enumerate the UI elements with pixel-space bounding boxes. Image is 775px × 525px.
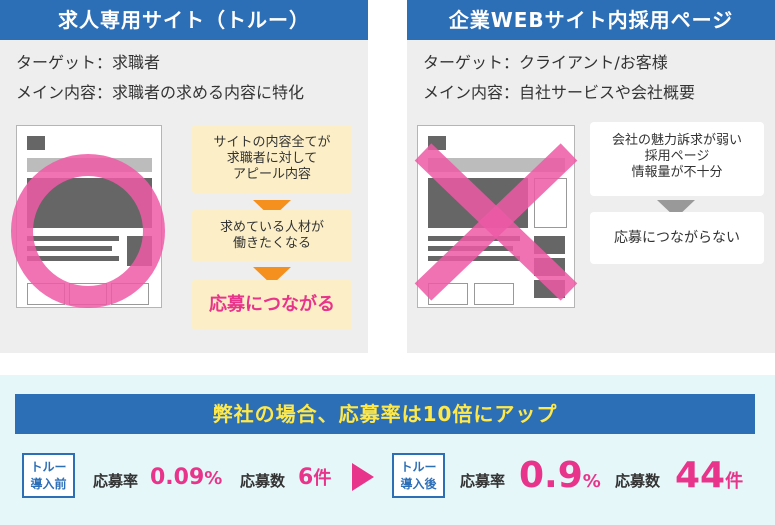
right-result-box: 応募につながらない [590,212,764,264]
left-target-line: ターゲット：求職者 [16,53,161,72]
before-rate-value: 0.09% [150,465,223,490]
left-panel: 求人専用サイト（トルー） ターゲット：求職者 メイン内容：求職者の求める内容に特… [0,0,368,353]
after-badge: トルー 導入後 [392,453,445,498]
circle-mark-icon [11,154,165,308]
summary-headline: 弊社の場合、応募率は10倍にアップ [15,394,755,434]
right-content-line: メイン内容：自社サービスや会社概要 [423,83,696,102]
before-rate-label: 応募率 [93,472,139,490]
summary-section: 弊社の場合、応募率は10倍にアップ トルー 導入前 応募率 0.09% 応募数 … [0,375,775,525]
triangle-right-icon [352,463,374,491]
before-badge: トルー 導入前 [22,453,75,498]
right-panel: 企業WEBサイト内採用ページ ターゲット：クライアント/お客様 メイン内容：自社… [407,0,775,353]
left-step2-box: 求めている人材が 働きたくなる [192,210,352,262]
right-panel-title: 企業WEBサイト内採用ページ [407,0,775,40]
right-step1-box: 会社の魅力訴求が弱い 採用ページ 情報量が不十分 [590,122,764,196]
right-target-line: ターゲット：クライアント/お客様 [423,53,668,72]
left-result-box: 応募につながる [192,280,352,330]
left-step1-box: サイトの内容全てが 求職者に対して アピール内容 [192,125,352,193]
before-count-label: 応募数 [240,472,286,490]
after-count-label: 応募数 [615,472,661,490]
after-rate-value: 0.9% [519,455,601,496]
before-count-value: 6件 [298,465,332,490]
after-count-value: 44件 [675,455,744,496]
cross-mark-icon [414,143,578,301]
left-content-line: メイン内容：求職者の求める内容に特化 [16,83,305,102]
left-panel-title: 求人専用サイト（トルー） [0,0,368,40]
after-rate-label: 応募率 [460,472,506,490]
